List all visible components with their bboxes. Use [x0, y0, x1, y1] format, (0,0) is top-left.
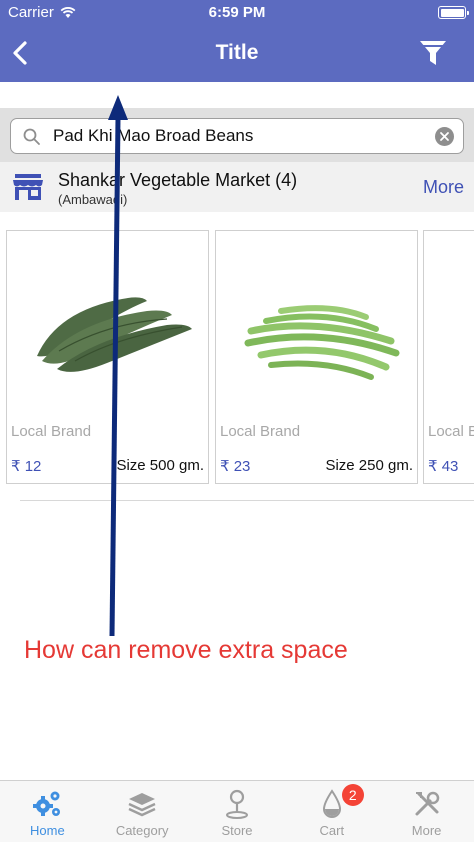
product-size: Size 500 gm. — [116, 457, 204, 474]
product-carousel[interactable]: Local Brand ₹ 12 Size 500 gm. Local Bran… — [0, 230, 474, 486]
tab-label: Category — [115, 823, 169, 838]
tab-category[interactable]: Category — [95, 781, 190, 842]
product-card[interactable]: Local Brand ₹ 43 — [423, 230, 474, 484]
product-card[interactable]: Local Brand ₹ 12 Size 500 gm. — [6, 230, 209, 484]
product-brand: Local Brand — [220, 423, 301, 440]
product-price: ₹ 12 — [11, 458, 42, 475]
product-brand: Local Brand — [11, 423, 92, 440]
app-screen: Carrier 6:59 PM Title Pad Khi Mao Broad … — [0, 0, 474, 842]
tab-bar: Home Category Store Cart 2 More — [0, 780, 474, 842]
product-size: Size 250 gm. — [325, 457, 413, 474]
search-input[interactable]: Pad Khi Mao Broad Beans — [10, 118, 464, 154]
page-title: Title — [215, 41, 259, 64]
tab-label: Cart — [319, 823, 345, 838]
filter-icon[interactable] — [418, 38, 448, 68]
product-price: ₹ 23 — [220, 458, 251, 475]
search-icon — [23, 128, 40, 145]
store-name: Shankar Vegetable Market (4) — [58, 170, 298, 190]
section-divider — [20, 500, 474, 501]
tab-store[interactable]: Store — [190, 781, 285, 842]
tab-cart[interactable]: Cart 2 — [284, 781, 379, 842]
cart-count-badge: 2 — [341, 784, 364, 806]
header: Carrier 6:59 PM Title — [0, 0, 474, 82]
clear-search-icon[interactable] — [435, 127, 454, 146]
green-beans-image — [244, 305, 400, 380]
tab-label: Home — [30, 823, 65, 838]
product-brand: Local Brand — [428, 423, 474, 440]
clock: 6:59 PM — [208, 4, 266, 21]
store-icon — [13, 174, 43, 200]
search-query: Pad Khi Mao Broad Beans — [53, 126, 254, 145]
tab-label: Store — [221, 823, 253, 838]
product-price: ₹ 43 — [428, 458, 459, 475]
status-bar: Carrier 6:59 PM — [0, 0, 474, 26]
tools-icon — [415, 791, 439, 816]
annotation-text: How can remove extra space — [24, 636, 348, 664]
store-header[interactable]: Shankar Vegetable Market (4) (Ambawadi) … — [0, 162, 474, 212]
layers-icon — [128, 793, 156, 817]
gears-icon — [33, 791, 61, 816]
battery-icon — [438, 6, 469, 19]
more-stores-link[interactable]: More — [423, 177, 464, 198]
product-card[interactable]: Local Brand ₹ 23 Size 250 gm. — [215, 230, 418, 484]
search-bar: Pad Khi Mao Broad Beans — [0, 108, 474, 162]
store-area: (Ambawadi) — [58, 192, 128, 207]
map-pin-icon — [225, 789, 248, 819]
tab-more[interactable]: More — [379, 781, 474, 842]
tab-home[interactable]: Home — [0, 781, 95, 842]
broad-beans-image — [37, 297, 192, 372]
nav-bar: Title — [0, 26, 474, 82]
tab-label: More — [411, 823, 442, 838]
